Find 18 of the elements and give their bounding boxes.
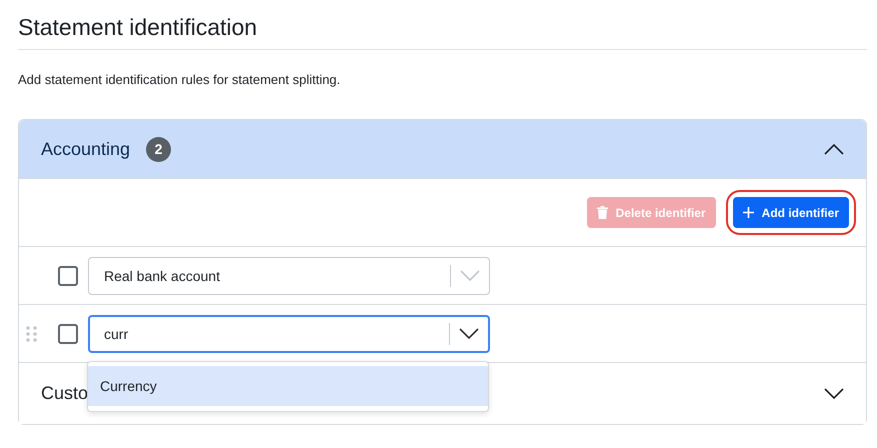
section-title: Custo [41, 383, 88, 404]
dropdown-option[interactable]: Currency [88, 366, 488, 406]
count-badge: 2 [146, 136, 172, 162]
section-header[interactable]: Accounting 2 [19, 120, 866, 179]
add-button[interactable]: Add identifier [732, 197, 849, 228]
plus-icon [742, 207, 754, 218]
select-field[interactable]: Real bank account [88, 256, 490, 294]
page-description: Add statement identification rules for statement splitting. [18, 71, 342, 89]
checkbox[interactable] [58, 324, 78, 344]
trash-icon [596, 206, 608, 219]
section-title: Accounting [41, 138, 130, 160]
expand-icon[interactable] [824, 388, 844, 400]
checkbox[interactable] [58, 266, 78, 286]
chevron-down-icon[interactable] [459, 328, 479, 340]
select-field[interactable]: curr [88, 314, 490, 352]
collapse-icon[interactable] [824, 143, 844, 155]
page-title: Statement identification [18, 0, 867, 50]
drag-handle-icon[interactable] [26, 326, 37, 342]
